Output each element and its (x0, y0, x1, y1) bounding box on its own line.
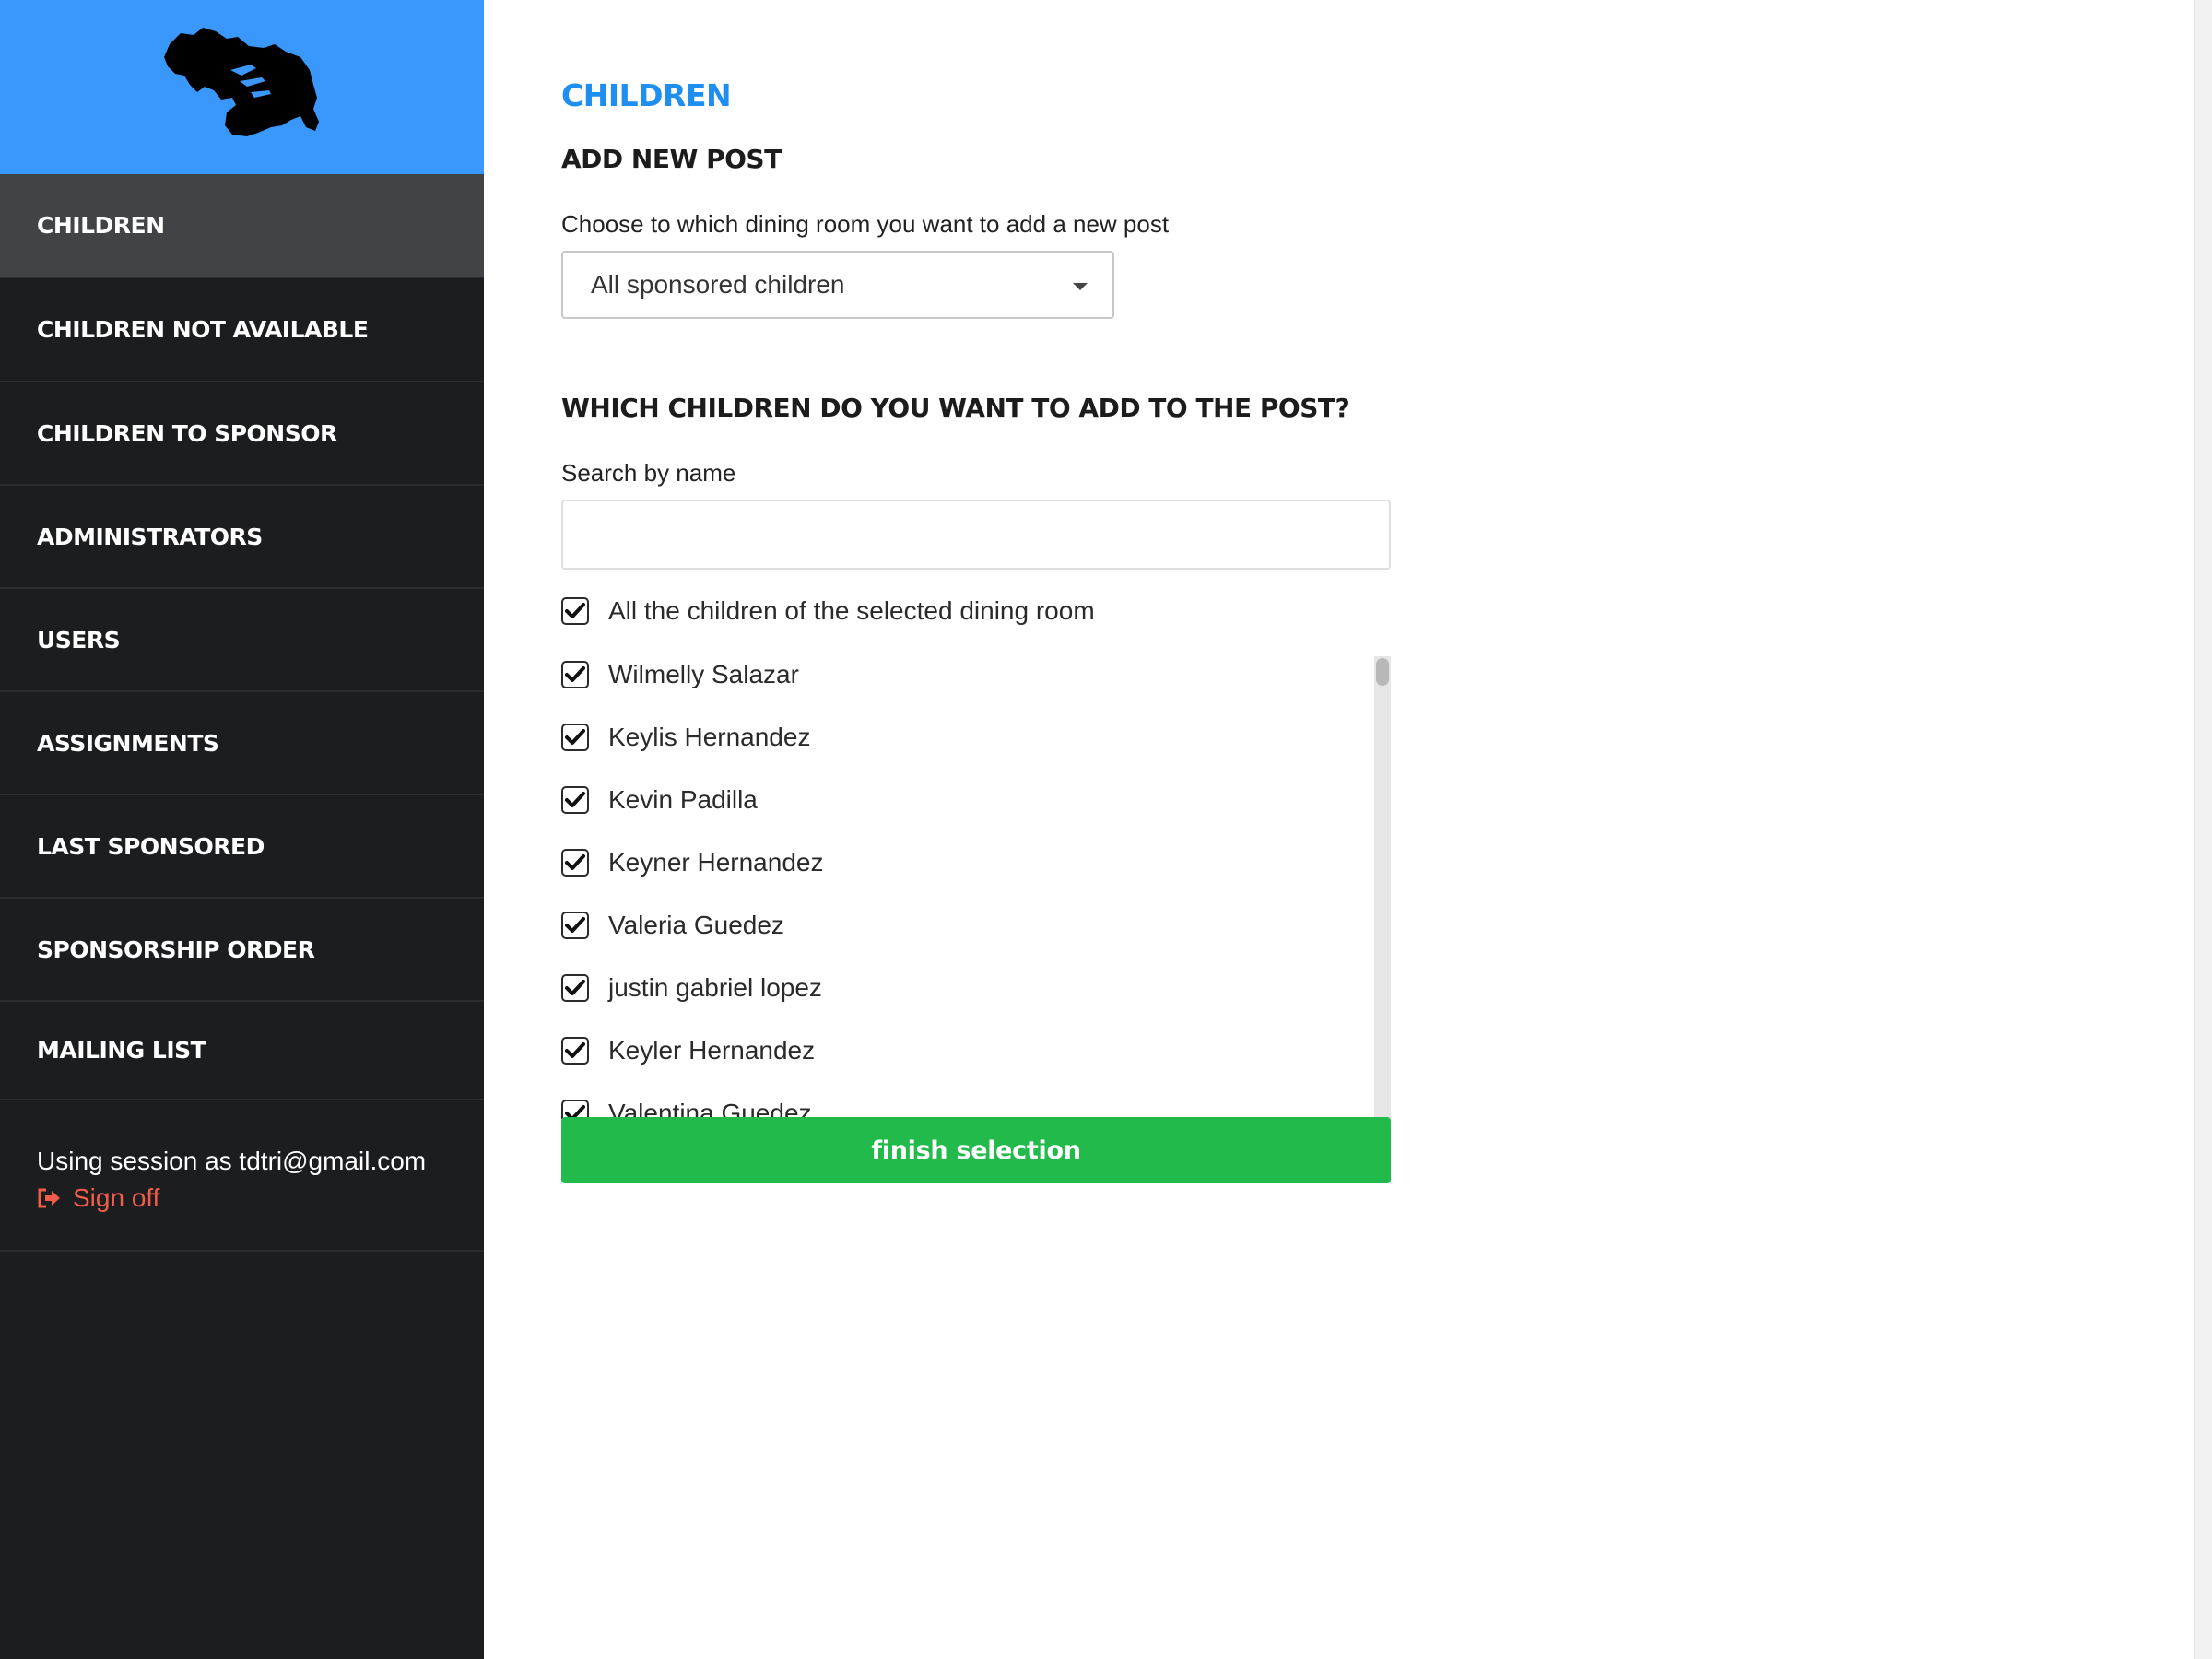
sidebar-item-sponsorship-order[interactable]: SPONSORSHIP ORDER (0, 899, 484, 1002)
sidebar-item-users[interactable]: USERS (0, 589, 484, 692)
checkmark-icon (565, 1042, 585, 1058)
child-name: Valentina Guedez (608, 1099, 812, 1119)
sidebar-item-children-to-sponsor[interactable]: CHILDREN TO SPONSOR (0, 382, 484, 486)
session-text: Using session as tdtri@gmail.com (37, 1147, 427, 1175)
checkbox[interactable] (561, 849, 589, 877)
sidebar-item-children-not-available[interactable]: CHILDREN NOT AVAILABLE (0, 278, 484, 382)
sidebar-item-label: ASSIGNMENTS (37, 729, 219, 757)
sign-off-link[interactable]: Sign off (37, 1180, 159, 1217)
child-name: Keyler Hernandez (608, 1036, 816, 1065)
search-label: Search by name (561, 459, 736, 487)
child-name: Keylis Hernandez (608, 723, 811, 751)
checkbox[interactable] (561, 661, 589, 688)
sidebar-item-mailing-list[interactable]: MAILING LIST (0, 1002, 484, 1100)
checkbox[interactable] (561, 912, 589, 939)
sidebar-item-administrators[interactable]: ADMINISTRATORS (0, 486, 484, 589)
checkbox[interactable] (561, 1037, 589, 1065)
page-scrollbar[interactable] (2194, 0, 2212, 1659)
select-all-label: All the children of the selected dining … (608, 596, 1095, 625)
sidebar-item-label: ADMINISTRATORS (37, 523, 263, 550)
main-content: CHILDREN ADD NEW POST Choose to which di… (484, 0, 2212, 1659)
children-heading: WHICH CHILDREN DO YOU WANT TO ADD TO THE… (561, 393, 1350, 423)
checkmark-icon (565, 792, 585, 807)
sidebar-item-label: MAILING LIST (37, 1037, 206, 1064)
country-silhouette-logo (164, 28, 319, 136)
sidebar-item-label: CHILDREN NOT AVAILABLE (37, 316, 369, 343)
sidebar-item-label: SPONSORSHIP ORDER (37, 935, 315, 963)
finish-selection-button[interactable]: finish selection (561, 1117, 1391, 1183)
checkmark-icon (565, 603, 585, 618)
checkbox[interactable] (561, 724, 589, 751)
list-item[interactable]: Valeria Guedez (561, 907, 784, 944)
sidebar-logo-area (0, 0, 484, 174)
checkbox[interactable] (561, 597, 589, 625)
dining-room-label: Choose to which dining room you want to … (561, 210, 1170, 238)
list-item[interactable]: Keyler Hernandez (561, 1032, 815, 1069)
list-item[interactable]: Keyner Hernandez (561, 844, 823, 881)
checkmark-icon (565, 854, 585, 870)
list-item[interactable]: Wilmelly Salazar (561, 656, 799, 693)
child-name: justin gabriel lopez (608, 973, 822, 1002)
checkmark-icon (565, 980, 585, 995)
checkbox[interactable] (561, 974, 589, 1002)
sidebar-item-label: CHILDREN (37, 212, 165, 239)
list-item[interactable]: justin gabriel lopez (561, 970, 822, 1006)
list-scroll-thumb[interactable] (1376, 658, 1389, 686)
checkmark-icon (565, 917, 585, 933)
sidebar-item-last-sponsored[interactable]: LAST SPONSORED (0, 795, 484, 899)
checkmark-icon (565, 666, 585, 682)
children-list: Wilmelly Salazar Keylis Hernandez Kevin … (561, 656, 1391, 1119)
sidebar-item-label: LAST SPONSORED (37, 832, 265, 860)
sign-out-icon (38, 1188, 60, 1208)
sidebar-item-label: CHILDREN TO SPONSOR (37, 419, 337, 447)
checkbox[interactable] (561, 786, 589, 814)
search-input[interactable] (561, 500, 1391, 570)
sidebar-item-label: USERS (37, 626, 121, 653)
sidebar-item-children[interactable]: CHILDREN (0, 174, 484, 278)
caret-down-icon (1073, 283, 1088, 290)
list-item[interactable]: Keylis Hernandez (561, 719, 810, 756)
dining-room-select[interactable]: All sponsored children (561, 251, 1114, 319)
dining-room-selected-value: All sponsored children (591, 270, 845, 299)
sidebar: CHILDREN CHILDREN NOT AVAILABLE CHILDREN… (0, 0, 484, 1659)
select-all-checkbox-row[interactable]: All the children of the selected dining … (561, 593, 1095, 629)
list-scrollbar[interactable] (1374, 656, 1391, 1119)
child-name: Valeria Guedez (608, 911, 784, 939)
child-name: Wilmelly Salazar (608, 660, 799, 688)
add-post-heading: ADD NEW POST (561, 144, 782, 174)
child-name: Kevin Padilla (608, 785, 758, 814)
sidebar-item-assignments[interactable]: ASSIGNMENTS (0, 692, 484, 795)
session-info: Using session as tdtri@gmail.com Sign of… (0, 1100, 484, 1252)
list-item[interactable]: Kevin Padilla (561, 782, 758, 818)
list-item[interactable]: Valentina Guedez (561, 1095, 812, 1119)
page-title: CHILDREN (561, 77, 732, 113)
sign-off-label: Sign off (73, 1183, 160, 1212)
child-name: Keyner Hernandez (608, 848, 824, 877)
checkbox[interactable] (561, 1100, 589, 1119)
checkmark-icon (565, 729, 585, 745)
